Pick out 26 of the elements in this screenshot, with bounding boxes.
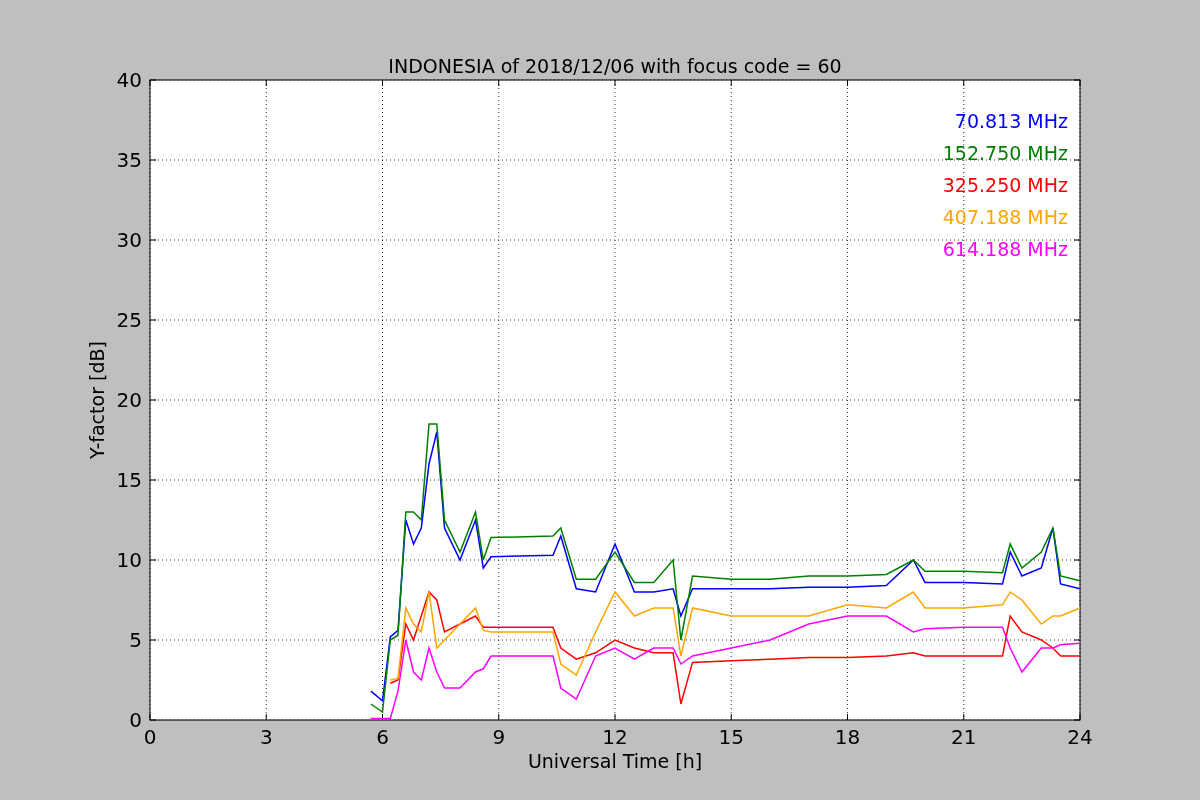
legend-label: 325.250 MHz (942, 174, 1068, 196)
x-axis-label: Universal Time [h] (527, 750, 703, 772)
x-tick-label: 21 (951, 725, 977, 749)
legend-label: 152.750 MHz (942, 142, 1068, 164)
chart-title: INDONESIA of 2018/12/06 with focus code = 60 (388, 55, 842, 77)
y-tick-label: 35 (116, 148, 142, 172)
y-tick-label: 15 (116, 468, 142, 492)
y-tick-label: 25 (116, 308, 142, 332)
legend-label: 614.188 MHz (942, 238, 1068, 260)
x-tick-label: 12 (602, 725, 628, 749)
x-tick-label: 18 (834, 725, 861, 749)
x-tick-label: 15 (718, 725, 744, 749)
x-tick-label: 9 (492, 725, 506, 749)
x-tick-label: 24 (1067, 725, 1093, 749)
x-tick-label: 3 (259, 725, 273, 749)
y-tick-label: 40 (116, 68, 142, 92)
y-tick-label: 0 (129, 708, 142, 732)
y-axis-label: Y-factor [dB] (86, 341, 108, 459)
x-tick-label: 6 (376, 725, 389, 749)
y-tick-label: 5 (129, 628, 142, 652)
x-tick-label: 0 (143, 725, 157, 749)
y-tick-label: 30 (116, 228, 142, 252)
y-tick-label: 10 (116, 548, 142, 572)
legend-label: 407.188 MHz (942, 206, 1068, 228)
legend-label: 70.813 MHz (954, 110, 1068, 132)
y-tick-label: 20 (116, 388, 142, 412)
